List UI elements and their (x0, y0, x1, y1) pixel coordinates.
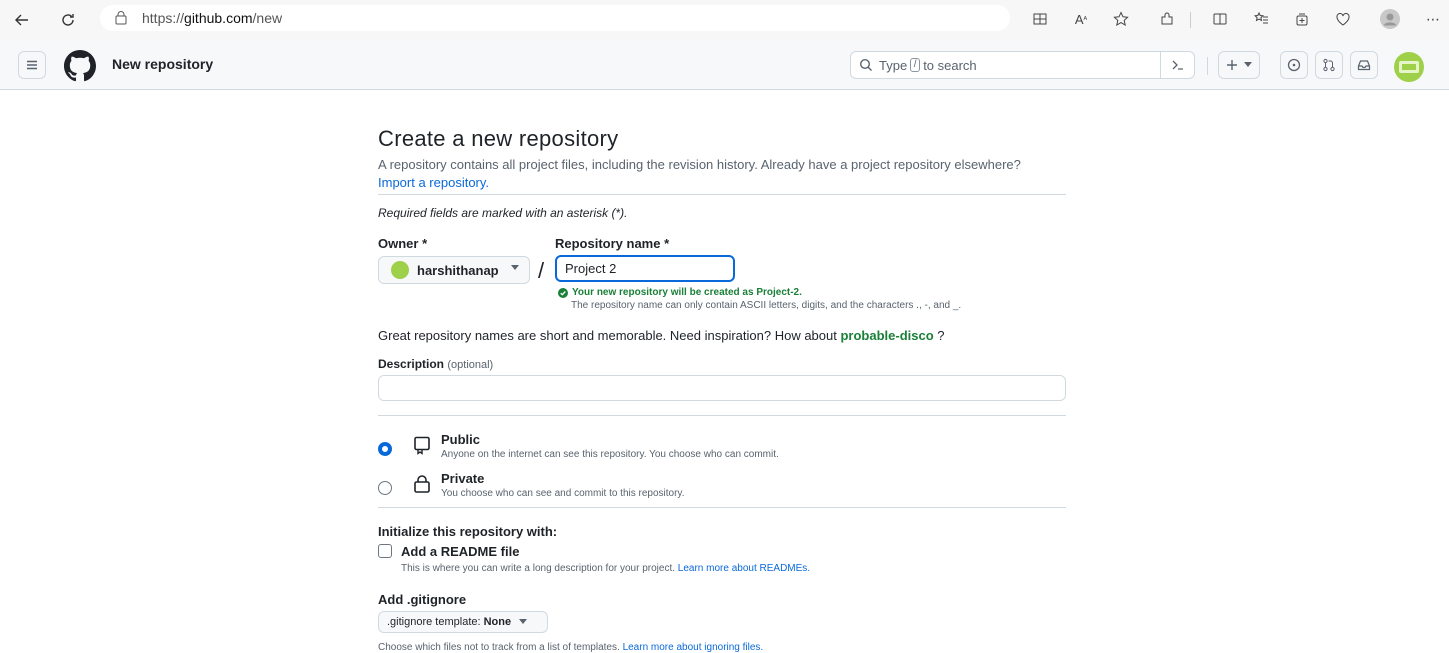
search-icon (859, 58, 873, 72)
page-title: Create a new repository (378, 126, 619, 151)
optional-tag: (optional) (447, 359, 494, 371)
suggested-name-link[interactable]: probable-disco (840, 328, 933, 343)
plus-icon (1226, 59, 1238, 71)
repo-icon (413, 436, 431, 456)
refresh-icon[interactable] (56, 8, 80, 32)
inbox-button[interactable] (1350, 51, 1378, 79)
issue-circle-icon (1287, 58, 1301, 72)
name-suggestion-text: Great repository names are short and mem… (378, 328, 945, 343)
gitignore-description: Choose which files not to track from a l… (378, 642, 763, 653)
github-logo-icon[interactable] (64, 50, 96, 82)
more-menu-icon[interactable]: ⋯ (1420, 6, 1446, 32)
page-info-icon[interactable] (114, 11, 128, 25)
learn-ignoring-files-link[interactable]: Learn more about ignoring files. (623, 642, 764, 653)
private-radio[interactable] (378, 481, 392, 495)
owner-select[interactable]: harshithanap (378, 256, 530, 284)
url-domain: github.com (184, 10, 253, 26)
gitignore-prefix: .gitignore template: (387, 616, 481, 628)
suggestion-prefix: Great repository names are short and mem… (378, 328, 837, 343)
repository-name-label: Repository name * (555, 236, 670, 251)
gitignore-description-text: Choose which files not to track from a l… (378, 642, 620, 653)
chevron-down-icon (519, 619, 528, 625)
section-divider (378, 194, 1066, 195)
back-arrow-icon[interactable] (10, 8, 34, 32)
name-available-message: Your new repository will be created as P… (558, 287, 802, 298)
section-divider (378, 415, 1066, 416)
search-input[interactable]: Type / to search (850, 51, 1195, 79)
gitignore-label: Add .gitignore (378, 592, 467, 607)
browser-toolbar: https://github.com/new Aᴬ ⋯ (0, 0, 1449, 40)
chevron-down-icon (1244, 62, 1252, 68)
split-screen-icon[interactable] (1207, 6, 1233, 32)
hamburger-icon (25, 58, 39, 72)
add-readme-checkbox[interactable] (378, 544, 392, 558)
gitignore-value: None (483, 616, 512, 628)
lock-icon (413, 474, 431, 494)
public-title: Public (441, 432, 481, 447)
url-path: /new (252, 10, 283, 26)
pull-requests-button[interactable] (1315, 51, 1343, 79)
favorites-list-icon[interactable] (1248, 6, 1274, 32)
owner-repo-separator: / (538, 258, 545, 283)
user-avatar[interactable] (1394, 52, 1424, 82)
github-header: New repository Type / to search (0, 40, 1449, 90)
read-aloud-icon[interactable]: Aᴬ (1068, 6, 1094, 32)
extensions-icon[interactable] (1154, 6, 1180, 32)
page-context-title: New repository (112, 56, 214, 72)
browser-essentials-icon[interactable] (1330, 6, 1356, 32)
search-placeholder-suffix: to search (923, 57, 977, 73)
required-fields-note: Required fields are marked with an aster… (378, 206, 628, 220)
description-input[interactable] (378, 375, 1066, 401)
hamburger-menu-button[interactable] (18, 51, 46, 79)
issues-button[interactable] (1280, 51, 1308, 79)
ascii-rule-note: The repository name can only contain ASC… (571, 300, 962, 311)
address-bar[interactable]: https://github.com/new (100, 5, 1010, 31)
search-placeholder-prefix: Type (879, 57, 908, 73)
description-label: Description (optional) (378, 357, 493, 371)
private-title: Private (441, 471, 485, 486)
profile-icon[interactable] (1377, 6, 1403, 32)
toolbar-divider (1190, 12, 1191, 28)
description-label-text: Description (378, 357, 445, 371)
command-palette-button[interactable] (1160, 51, 1194, 79)
initialize-label: Initialize this repository with: (378, 524, 558, 539)
header-divider (1207, 57, 1208, 75)
public-description: Anyone on the internet can see this repo… (441, 449, 779, 460)
search-shortcut-key: / (910, 58, 921, 72)
private-description: You choose who can see and commit to thi… (441, 488, 685, 499)
repository-name-input[interactable] (555, 255, 735, 282)
import-repository-link[interactable]: Import a repository. (378, 175, 489, 190)
readme-description: This is where you can write a long descr… (401, 563, 810, 574)
create-new-button[interactable] (1218, 51, 1260, 79)
favorite-star-icon[interactable] (1108, 6, 1134, 32)
owner-label: Owner * (378, 236, 428, 251)
add-readme-label[interactable]: Add a README file (401, 544, 519, 559)
suggestion-suffix: ? (937, 328, 945, 343)
check-circle-icon (558, 287, 572, 298)
gitignore-template-select[interactable]: .gitignore template: None (378, 611, 548, 633)
page-lead: A repository contains all project files,… (378, 156, 1078, 192)
created-message-text: Your new repository will be created as P… (572, 287, 802, 298)
reading-view-icon[interactable] (1027, 6, 1053, 32)
url-prefix: https:// (142, 10, 185, 26)
learn-readmes-link[interactable]: Learn more about READMEs. (678, 563, 810, 574)
inbox-icon (1357, 58, 1371, 72)
owner-avatar (391, 261, 409, 279)
public-radio[interactable] (378, 442, 392, 456)
chevron-down-icon (511, 265, 519, 271)
pull-request-icon (1322, 58, 1336, 72)
lead-text: A repository contains all project files,… (378, 157, 1021, 172)
terminal-icon (1171, 58, 1185, 72)
section-divider (378, 507, 1066, 508)
readme-description-text: This is where you can write a long descr… (401, 563, 676, 574)
collections-icon[interactable] (1289, 6, 1315, 32)
owner-value: harshithanap (417, 262, 499, 278)
